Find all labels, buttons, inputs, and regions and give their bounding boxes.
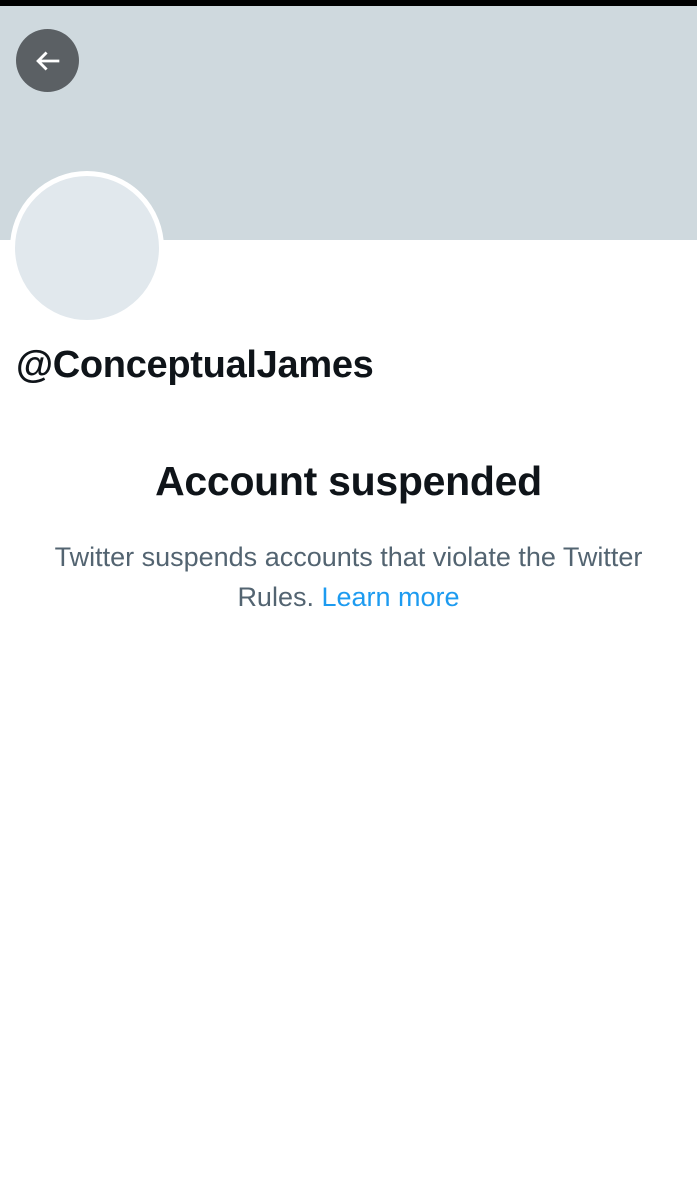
back-button[interactable] [16, 29, 79, 92]
arrow-left-icon [31, 44, 65, 78]
suspended-message: Twitter suspends accounts that violate t… [40, 537, 657, 617]
suspended-title: Account suspended [155, 458, 542, 504]
avatar [10, 171, 164, 325]
learn-more-link[interactable]: Learn more [321, 582, 459, 612]
profile-handle: @ConceptualJames [16, 344, 374, 386]
